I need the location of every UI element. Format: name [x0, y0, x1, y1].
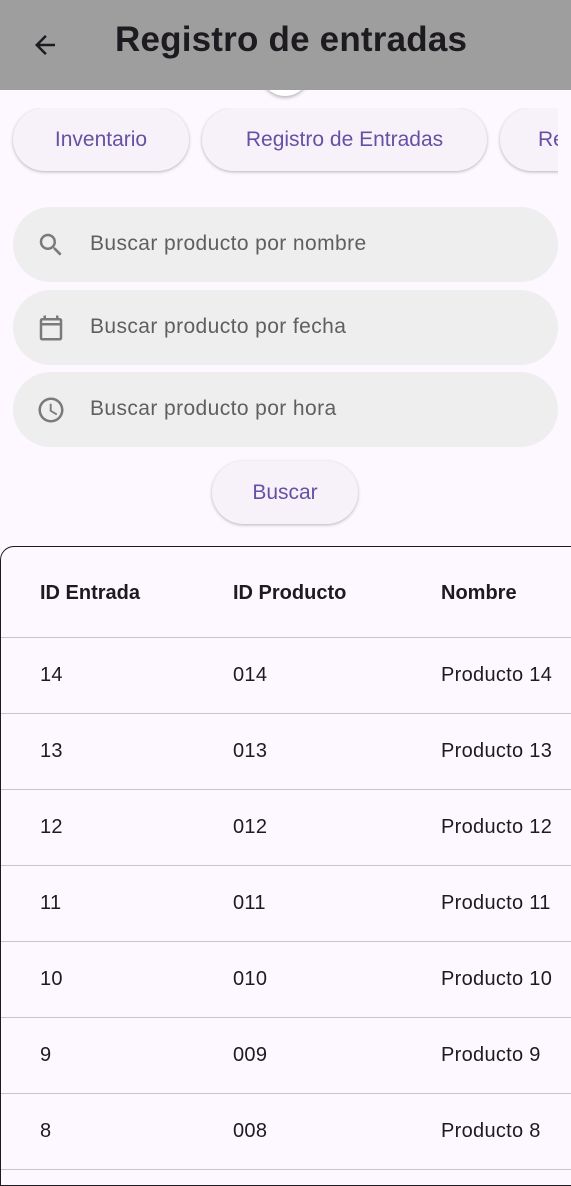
cell-id-producto: 009	[233, 1044, 268, 1066]
cell-id-producto: 014	[233, 664, 268, 686]
search-by-date-field[interactable]: Buscar producto por fecha	[13, 290, 558, 365]
tab-bar: Inventario Registro de Entradas Re	[0, 108, 558, 178]
cell-nombre: Producto 13	[441, 740, 553, 762]
cell-nombre: Producto 11	[441, 892, 551, 914]
cell-id-entrada: 13	[40, 740, 63, 762]
cell-id-entrada: 11	[40, 892, 62, 914]
cell-id-producto: 013	[233, 740, 268, 762]
table-row[interactable]: 14 014 Producto 14	[1, 638, 571, 714]
search-by-name-placeholder: Buscar producto por nombre	[90, 232, 367, 255]
column-header-id-entrada[interactable]: ID Entrada	[40, 582, 140, 605]
cell-id-entrada: 10	[40, 968, 63, 990]
search-by-date-placeholder: Buscar producto por fecha	[90, 315, 347, 338]
column-header-id-producto[interactable]: ID Producto	[233, 582, 346, 605]
calendar-icon	[39, 315, 63, 341]
cell-id-entrada: 9	[40, 1044, 52, 1066]
back-button[interactable]	[22, 22, 68, 68]
cell-id-producto: 012	[233, 816, 268, 838]
column-header-nombre[interactable]: Nombre	[441, 582, 517, 605]
arrow-left-icon	[35, 35, 55, 55]
tab-inventario[interactable]: Inventario	[13, 108, 189, 171]
search-icon	[39, 233, 62, 256]
tab-third-partial[interactable]: Re	[500, 108, 558, 171]
cell-nombre: Producto 8	[441, 1120, 541, 1142]
cell-id-entrada: 8	[40, 1120, 52, 1142]
cell-nombre: Producto 14	[441, 664, 553, 686]
cell-nombre: Producto 9	[441, 1044, 541, 1066]
cell-nombre: Producto 12	[441, 816, 553, 838]
cell-id-producto: 008	[233, 1120, 268, 1142]
table-header: ID Entrada ID Producto Nombre	[1, 547, 571, 638]
cell-id-entrada: 12	[40, 816, 63, 838]
cell-id-entrada: 14	[40, 664, 63, 686]
search-button[interactable]: Buscar	[212, 461, 358, 524]
table-row[interactable]: 10 010 Producto 10	[1, 942, 571, 1018]
table-row[interactable]: 9 009 Producto 9	[1, 1018, 571, 1094]
cell-nombre: Producto 10	[441, 968, 553, 990]
tab-registro-de-entradas[interactable]: Registro de Entradas	[202, 108, 487, 171]
table-row[interactable]: 12 012 Producto 12	[1, 790, 571, 866]
table-row[interactable]: 13 013 Producto 13	[1, 714, 571, 790]
entries-table: ID Entrada ID Producto Nombre 14 014 Pro…	[0, 546, 571, 1186]
page-title: Registro de entradas	[115, 20, 468, 59]
cell-id-producto: 011	[233, 892, 266, 914]
cell-id-producto: 010	[233, 968, 268, 990]
clock-icon	[38, 397, 64, 423]
app-bar: Registro de entradas	[0, 0, 571, 90]
table-row[interactable]: 11 011 Producto 11	[1, 866, 571, 942]
search-by-time-field[interactable]: Buscar producto por hora	[13, 372, 558, 447]
table-row[interactable]: 8 008 Producto 8	[1, 1094, 571, 1170]
search-by-time-placeholder: Buscar producto por hora	[90, 397, 337, 420]
search-by-name-field[interactable]: Buscar producto por nombre	[13, 207, 558, 282]
